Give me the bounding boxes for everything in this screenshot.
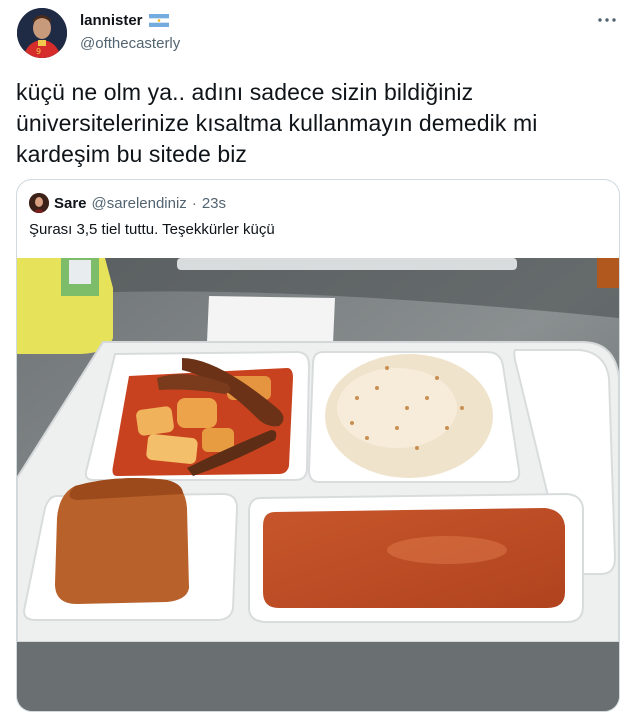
tweet-text-line: üniversitelerinize kısaltma kullanmayın … [16, 110, 538, 136]
svg-text:9: 9 [36, 47, 41, 56]
quoted-author-avatar[interactable] [29, 193, 49, 213]
quoted-timestamp[interactable]: 23s [202, 195, 226, 212]
quoted-author-name[interactable]: Sare [54, 195, 87, 212]
tweet[interactable]: 9 lannister @ofthecasterly küçü ne olm y… [0, 0, 635, 726]
author-display-name[interactable]: lannister [80, 12, 143, 29]
author-avatar[interactable]: 9 [17, 8, 67, 58]
tweet-text-line: küçü ne olm ya.. adını sadece sizin bild… [16, 79, 474, 105]
author-handle[interactable]: @ofthecasterly [80, 35, 180, 52]
quoted-media-photo[interactable] [17, 258, 619, 711]
quoted-tweet[interactable]: Sare @sarelendiniz · 23s Şurası 3,5 tiel… [16, 179, 620, 712]
separator-dot: · [191, 194, 197, 212]
quoted-author-handle[interactable]: @sarelendiniz [92, 195, 187, 212]
tweet-text-line: kardeşim bu sitede biz [16, 141, 248, 167]
quoted-tweet-text: Şurası 3,5 tiel tuttu. Teşekkürler küçü [29, 221, 275, 238]
argentina-flag-icon [148, 14, 169, 27]
food-tray-photo [17, 258, 619, 711]
more-options-icon[interactable] [595, 10, 619, 30]
tweet-text: küçü ne olm ya.. adını sadece sizin bild… [16, 77, 616, 170]
avatar-image: 9 [17, 8, 67, 58]
